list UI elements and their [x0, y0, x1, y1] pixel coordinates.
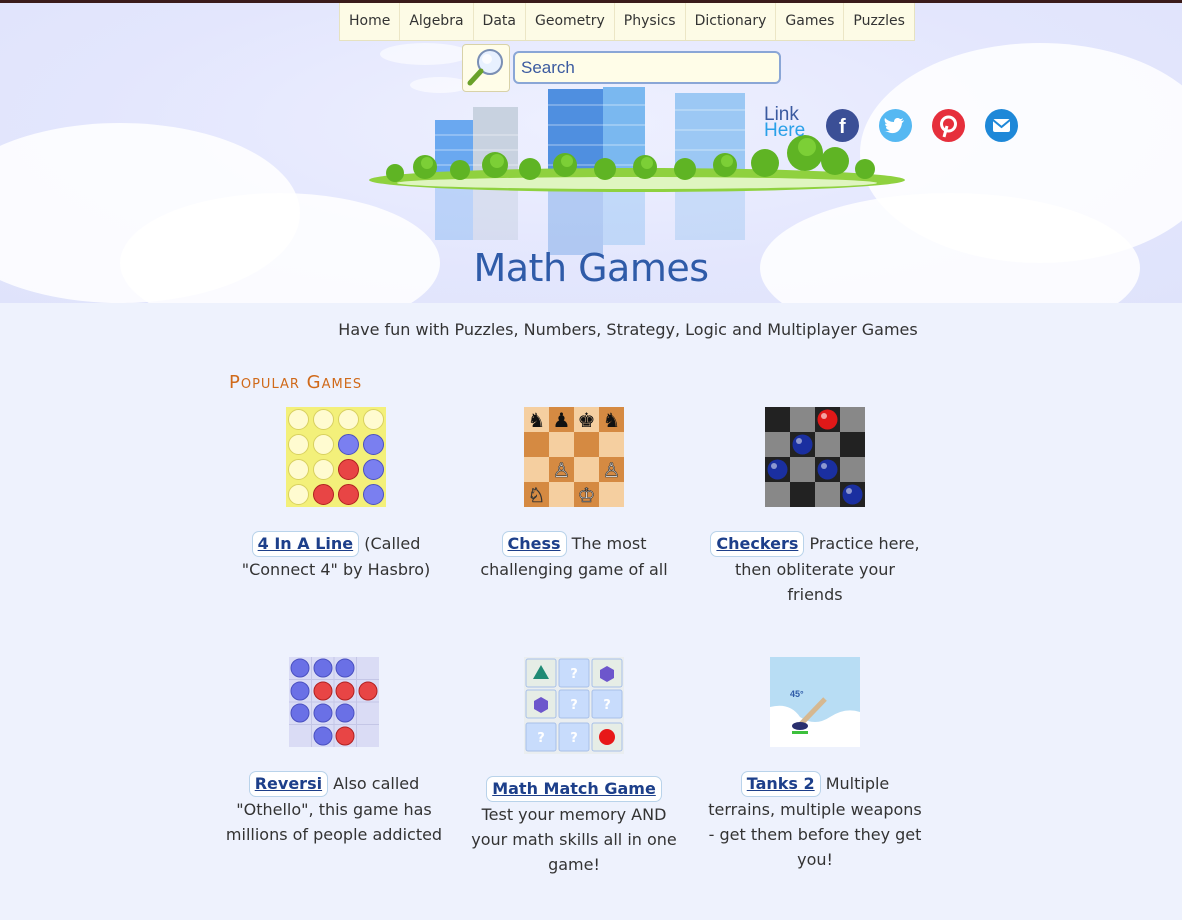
search-input[interactable]	[513, 51, 781, 84]
nav-home[interactable]: Home	[340, 3, 401, 40]
svg-text:♔: ♔	[578, 483, 596, 507]
svg-text:♚: ♚	[578, 408, 596, 432]
tanks-angle: 45°	[790, 689, 804, 699]
email-icon[interactable]	[985, 109, 1018, 142]
nav-data[interactable]: Data	[474, 3, 526, 40]
game-link-chess[interactable]: Chess	[501, 531, 567, 557]
page-subtitle: Have fun with Puzzles, Numbers, Strategy…	[338, 320, 918, 339]
svg-text:♞: ♞	[528, 408, 546, 432]
nav-dictionary[interactable]: Dictionary	[686, 3, 777, 40]
game-link-tanks-2[interactable]: Tanks 2	[740, 771, 821, 797]
4-in-a-line-thumbnail[interactable]	[286, 407, 386, 507]
svg-text:?: ?	[537, 731, 545, 746]
game-card-reversi: Reversi Also called "Othello", this game…	[224, 657, 444, 847]
svg-text:?: ?	[570, 667, 578, 682]
game-card-chess: ♞ ♟ ♚ ♞ ♙ ♙ ♘ ♔ Chess The most challenging ga…	[464, 407, 684, 582]
nav-physics[interactable]: Physics	[615, 3, 686, 40]
game-card-4-in-a-line: 4 In A Line (Called "Connect 4" by Hasbr…	[226, 407, 446, 582]
checkers-thumbnail[interactable]	[765, 407, 865, 507]
link-here[interactable]: Link Here	[764, 105, 806, 141]
game-description: Reversi Also called "Othello", this game…	[224, 771, 444, 847]
svg-text:?: ?	[603, 698, 611, 713]
game-card-math-match: ??? ?? Math Match Game Test your memory …	[464, 657, 684, 877]
game-link-reversi[interactable]: Reversi	[248, 771, 329, 797]
game-link-4-in-a-line[interactable]: 4 In A Line	[251, 531, 360, 557]
twitter-icon[interactable]	[879, 109, 912, 142]
pinterest-icon[interactable]	[932, 109, 965, 142]
tanks-2-thumbnail[interactable]: 45°	[770, 657, 860, 747]
svg-text:♘: ♘	[528, 483, 546, 507]
svg-text:?: ?	[570, 698, 578, 713]
svg-text:♞: ♞	[603, 408, 621, 432]
link-here-line2: Here	[764, 120, 806, 141]
math-match-thumbnail[interactable]: ??? ??	[524, 657, 624, 754]
section-title: Popular Games	[229, 372, 363, 393]
game-card-checkers: Checkers Practice here, then obliterate …	[705, 407, 925, 607]
facebook-icon[interactable]: f	[826, 109, 859, 142]
game-link-checkers[interactable]: Checkers	[710, 531, 805, 557]
svg-text:♟: ♟	[553, 408, 571, 432]
nav-algebra[interactable]: Algebra	[400, 3, 474, 40]
game-description: Math Match Game Test your memory AND you…	[464, 776, 684, 877]
svg-text:?: ?	[570, 731, 578, 746]
game-description: Tanks 2 Multiple terrains, multiple weap…	[705, 771, 925, 872]
game-card-tanks-2: 45° Tanks 2 Multiple terrains, multiple …	[705, 657, 925, 872]
game-description: 4 In A Line (Called "Connect 4" by Hasbr…	[226, 531, 446, 582]
page-title: Math Games	[473, 246, 709, 290]
main-nav: Home Algebra Data Geometry Physics Dicti…	[339, 3, 915, 41]
nav-geometry[interactable]: Geometry	[526, 3, 615, 40]
nav-games[interactable]: Games	[776, 3, 845, 40]
game-desc-text: Test your memory AND your math skills al…	[471, 805, 677, 874]
svg-text:♙: ♙	[603, 458, 621, 482]
game-description: Chess The most challenging game of all	[464, 531, 684, 582]
reversi-thumbnail[interactable]	[289, 657, 379, 747]
chess-thumbnail[interactable]: ♞ ♟ ♚ ♞ ♙ ♙ ♘ ♔	[524, 407, 624, 507]
nav-puzzles[interactable]: Puzzles	[844, 3, 914, 40]
game-description: Checkers Practice here, then obliterate …	[705, 531, 925, 607]
svg-text:♙: ♙	[553, 458, 571, 482]
game-link-math-match[interactable]: Math Match Game	[486, 776, 662, 802]
svg-text:f: f	[839, 116, 846, 138]
